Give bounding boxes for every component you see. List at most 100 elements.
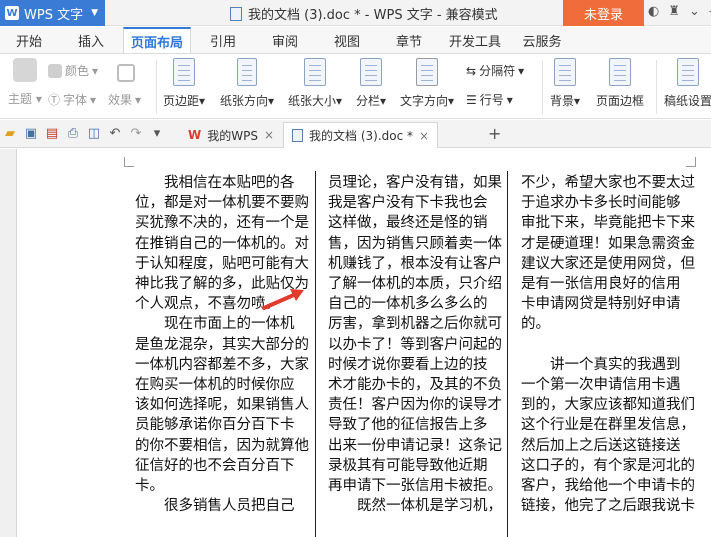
- manuscript-label: 稿纸设置: [664, 94, 711, 108]
- tab-cloud[interactable]: 云服务: [516, 27, 568, 53]
- text-line: 审批下来，毕竟能把卡下来: [521, 215, 695, 232]
- text-line: 既然一体机是学习机，: [328, 498, 502, 515]
- column-divider: [507, 171, 508, 537]
- text-line: 再申请下一张信用卡被拒。: [328, 478, 502, 495]
- breaks-icon: ⇆: [466, 63, 477, 78]
- wps-logo-icon: W: [5, 6, 19, 20]
- print-icon[interactable]: ⎙: [65, 126, 81, 141]
- text-line: 到的，大家应该都知道我们: [521, 397, 695, 414]
- margins-button[interactable]: 页边距▾: [163, 58, 205, 109]
- text-line: 导致了他的征信报告上多: [328, 417, 488, 434]
- tab-review[interactable]: 审阅: [262, 27, 308, 53]
- login-button[interactable]: 未登录: [563, 0, 644, 26]
- doc-tab-label: 我的文档 (3).doc *: [309, 129, 413, 143]
- columns-label: 分栏▾: [356, 94, 387, 108]
- title-icons: ◐ ♜ ⌄ —: [648, 4, 711, 19]
- more-icon[interactable]: ▾: [149, 126, 165, 141]
- paper-size-button[interactable]: 纸张大小▾: [288, 58, 342, 109]
- open-icon[interactable]: ▰: [2, 126, 18, 141]
- document-area[interactable]: 我相信在本贴吧的各 位，都是对一体机要不要购 买犹豫不决的，还有一个是 在推销自…: [0, 149, 711, 537]
- red-arrow-icon: [262, 289, 304, 310]
- shirt-icon[interactable]: ♜: [668, 4, 680, 19]
- color-button[interactable]: 颜色 ▾: [48, 62, 98, 79]
- text-direction-label: 文字方向▾: [400, 94, 455, 108]
- wps-icon: W: [188, 128, 202, 142]
- manuscript-button[interactable]: 稿纸设置: [664, 58, 711, 109]
- tab-section[interactable]: 章节: [386, 27, 432, 53]
- text-line: 于追求办卡多长时间能够: [521, 195, 681, 212]
- text-line: 卡申请网贷是特别好申请: [521, 296, 681, 313]
- document-icon: [230, 6, 242, 21]
- text-line: 建议大家还是使用网贷，但: [521, 255, 695, 272]
- add-tab-button[interactable]: +: [488, 124, 501, 143]
- ribbon-toolbar: 主题 ▾ 颜色 ▾ Ⓣ 字体 ▾ 效果 ▾ 页边距▾ 纸张方向▾ 纸张大小▾ 分栏▾ …: [0, 53, 711, 119]
- text-column-2[interactable]: 员理论，客户没有错，如果 我是客户没有下卡我也会 这样做，最终还是怪的销 售，因…: [328, 173, 502, 516]
- ribbon-separator: [156, 60, 157, 114]
- text-line: 是有一张信用良好的信用: [521, 276, 681, 293]
- close-icon[interactable]: ×: [264, 128, 274, 142]
- tab-insert[interactable]: 插入: [66, 27, 116, 53]
- text-column-3[interactable]: 不少，希望大家也不要太过 于追求办卡多长时间能够 审批下来，毕竟能把卡下来 才是…: [521, 173, 695, 516]
- doc-tab-label: 我的WPS: [207, 128, 258, 143]
- text-line: 不少，希望大家也不要太过: [521, 175, 695, 191]
- quick-access-icons: ▰ ▣ ▤ ⎙ ◫ ↶ ↷ ▾: [2, 126, 165, 141]
- app-menu-button[interactable]: W WPS 文字 ▼: [0, 0, 105, 26]
- columns-button[interactable]: 分栏▾: [356, 58, 386, 109]
- tab-developer[interactable]: 开发工具: [446, 27, 504, 53]
- text-line: 厉害，拿到机器之后你就可: [328, 316, 502, 333]
- doc-tab-document[interactable]: 我的文档 (3).doc * ×: [283, 122, 439, 148]
- text-line: 在推销自己的一体机的。对: [135, 235, 309, 252]
- text-line: 这样做，最终还是怪的销: [328, 215, 488, 232]
- column-divider: [315, 171, 316, 537]
- text-line: 时候才说你要看上边的技: [328, 356, 488, 373]
- effect-button[interactable]: 效果 ▾: [108, 91, 141, 108]
- orientation-button[interactable]: 纸张方向▾: [220, 58, 274, 109]
- tab-view[interactable]: 视图: [324, 27, 370, 53]
- margins-icon: [173, 58, 196, 86]
- text-line: 出来一份申请记录！这条记: [328, 437, 502, 454]
- text-line: 是鱼龙混杂，其实大部分的: [135, 336, 309, 353]
- text-line: 卡。: [135, 478, 164, 495]
- tab-page-layout[interactable]: 页面布局: [123, 27, 191, 53]
- columns-icon: [360, 58, 383, 86]
- redo-icon[interactable]: ↷: [128, 126, 144, 141]
- export-pdf-icon[interactable]: ▤: [44, 126, 60, 141]
- background-icon: [554, 58, 577, 86]
- print-preview-icon[interactable]: ◫: [86, 126, 102, 141]
- text-direction-icon: [416, 58, 439, 86]
- breaks-button[interactable]: ⇆ 分隔符 ▾: [466, 62, 524, 79]
- tab-references[interactable]: 引用: [200, 27, 246, 53]
- chevron-down-icon: ▼: [91, 8, 98, 18]
- text-line: [521, 335, 695, 355]
- text-direction-button[interactable]: 文字方向▾: [400, 58, 454, 109]
- menu-chevron-icon[interactable]: ⌄: [689, 4, 700, 19]
- save-icon[interactable]: ▣: [23, 126, 39, 141]
- window-title-text: 我的文档 (3).doc * - WPS 文字 - 兼容模式: [248, 8, 498, 23]
- theme-button[interactable]: 主题 ▾: [8, 58, 42, 107]
- skin-icon[interactable]: ◐: [648, 4, 659, 19]
- text-line: 我是客户没有下卡我也会: [328, 195, 488, 212]
- orientation-icon: [237, 58, 258, 86]
- text-line: 该如何选择呢，如果销售人: [135, 397, 309, 414]
- text-line: 才是硬道理！如果急需资金: [521, 235, 695, 252]
- text-line: 现在市面上的一体机: [135, 316, 295, 333]
- text-line: 机赚钱了，根本没有让客户: [328, 255, 502, 272]
- document-icon: [292, 129, 303, 142]
- line-numbers-button[interactable]: ☰ 行号 ▾: [466, 91, 513, 108]
- manuscript-icon: [677, 58, 699, 86]
- text-line: 一体机内容都差不多，大家: [135, 356, 309, 373]
- tab-start[interactable]: 开始: [4, 27, 54, 53]
- text-line: 术才能办卡的，及其的不负: [328, 377, 502, 394]
- font-button[interactable]: Ⓣ 字体 ▾: [48, 91, 96, 108]
- quick-access-toolbar: ▰ ▣ ▤ ⎙ ◫ ↶ ↷ ▾ W 我的WPS × 我的文档 (3).doc *…: [0, 120, 711, 148]
- text-line: 以办卡了！等到客户问起的: [328, 336, 502, 353]
- page-corner-mark: [686, 157, 696, 167]
- close-icon[interactable]: ×: [419, 129, 429, 143]
- text-line: 这个行业是在群里发信息，: [521, 417, 695, 434]
- doc-tab-my-wps[interactable]: W 我的WPS ×: [180, 122, 282, 148]
- paper-size-icon: [304, 58, 327, 86]
- background-button[interactable]: 背景▾: [550, 58, 580, 109]
- text-column-1[interactable]: 我相信在本贴吧的各 位，都是对一体机要不要购 买犹豫不决的，还有一个是 在推销自…: [135, 173, 309, 516]
- page-border-button[interactable]: 页面边框: [596, 58, 644, 109]
- undo-icon[interactable]: ↶: [107, 126, 123, 141]
